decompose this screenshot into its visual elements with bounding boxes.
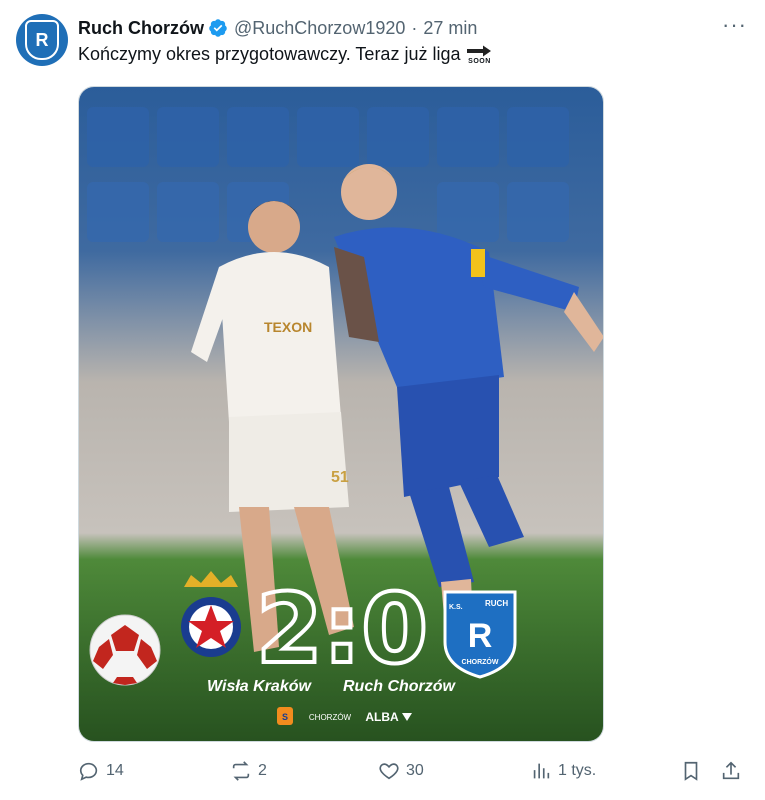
ruch-badge-text: RUCH — [485, 599, 508, 608]
more-options-icon[interactable]: ··· — [722, 14, 747, 36]
ruch-logo-icon: R — [25, 20, 59, 60]
sponsor-alba: ALBA — [365, 710, 399, 724]
reply-icon — [79, 762, 98, 781]
tweet-actions: 14 2 30 1 tys. — [78, 758, 745, 784]
ruch-badge-ks: K.S. — [449, 604, 463, 611]
match-score: 2:0 — [256, 573, 428, 685]
ruch-chorzow-badge: R RUCH K.S. CHORZÓW — [443, 590, 517, 679]
author-handle[interactable]: @RuchChorzow1920 — [234, 18, 405, 39]
tweet-image[interactable]: TEXON 51 2:0 R RUCH K.S. CHORZÓW Wisła K… — [78, 86, 604, 742]
tweet-header: Ruch Chorzów @RuchChorzow1920 · 27 min — [78, 16, 745, 40]
repost-button[interactable]: 2 — [230, 758, 267, 784]
jersey-number: 51 — [331, 469, 349, 486]
soon-label: SOON — [468, 57, 491, 65]
share-button[interactable] — [720, 758, 748, 784]
tweet-body: Kończymy okres przygotowawczy. Teraz już… — [78, 44, 461, 64]
avatar[interactable]: R — [16, 14, 68, 66]
views-count: 1 tys. — [558, 762, 597, 779]
sponsor-chorzow: CHORZÓW — [309, 713, 352, 722]
verified-badge-icon — [209, 19, 227, 37]
svg-text:S: S — [282, 712, 288, 722]
timestamp[interactable]: 27 min — [423, 18, 477, 39]
bookmark-icon — [684, 761, 698, 781]
home-team-name: Wisła Kraków — [207, 678, 312, 695]
heart-icon — [379, 763, 399, 780]
svg-text:R: R — [468, 617, 493, 655]
author-name[interactable]: Ruch Chorzów — [78, 18, 204, 39]
soon-arrow-emoji: SOON — [466, 45, 492, 65]
wisla-krakow-badge — [181, 571, 241, 657]
repost-icon — [232, 761, 250, 781]
tweet-text: Kończymy okres przygotowawczy. Teraz już… — [78, 44, 492, 65]
reply-count: 14 — [106, 762, 124, 779]
right-arrow-icon — [467, 45, 492, 56]
match-graphic: TEXON 51 2:0 R RUCH K.S. CHORZÓW Wisła K… — [79, 87, 603, 741]
ruch-badge-sub: CHORZÓW — [462, 657, 499, 666]
views-chart-icon — [533, 763, 550, 779]
separator-dot: · — [411, 17, 418, 38]
football — [89, 614, 161, 686]
reply-button[interactable]: 14 — [78, 758, 124, 784]
like-button[interactable]: 30 — [378, 758, 424, 784]
away-team-name: Ruch Chorzów — [343, 678, 457, 695]
share-icon — [722, 761, 740, 780]
like-count: 30 — [406, 762, 424, 779]
bookmark-button[interactable] — [680, 758, 708, 784]
jersey-sponsor: TEXON — [264, 319, 312, 335]
views-button[interactable]: 1 tys. — [530, 758, 596, 784]
repost-count: 2 — [258, 762, 267, 779]
